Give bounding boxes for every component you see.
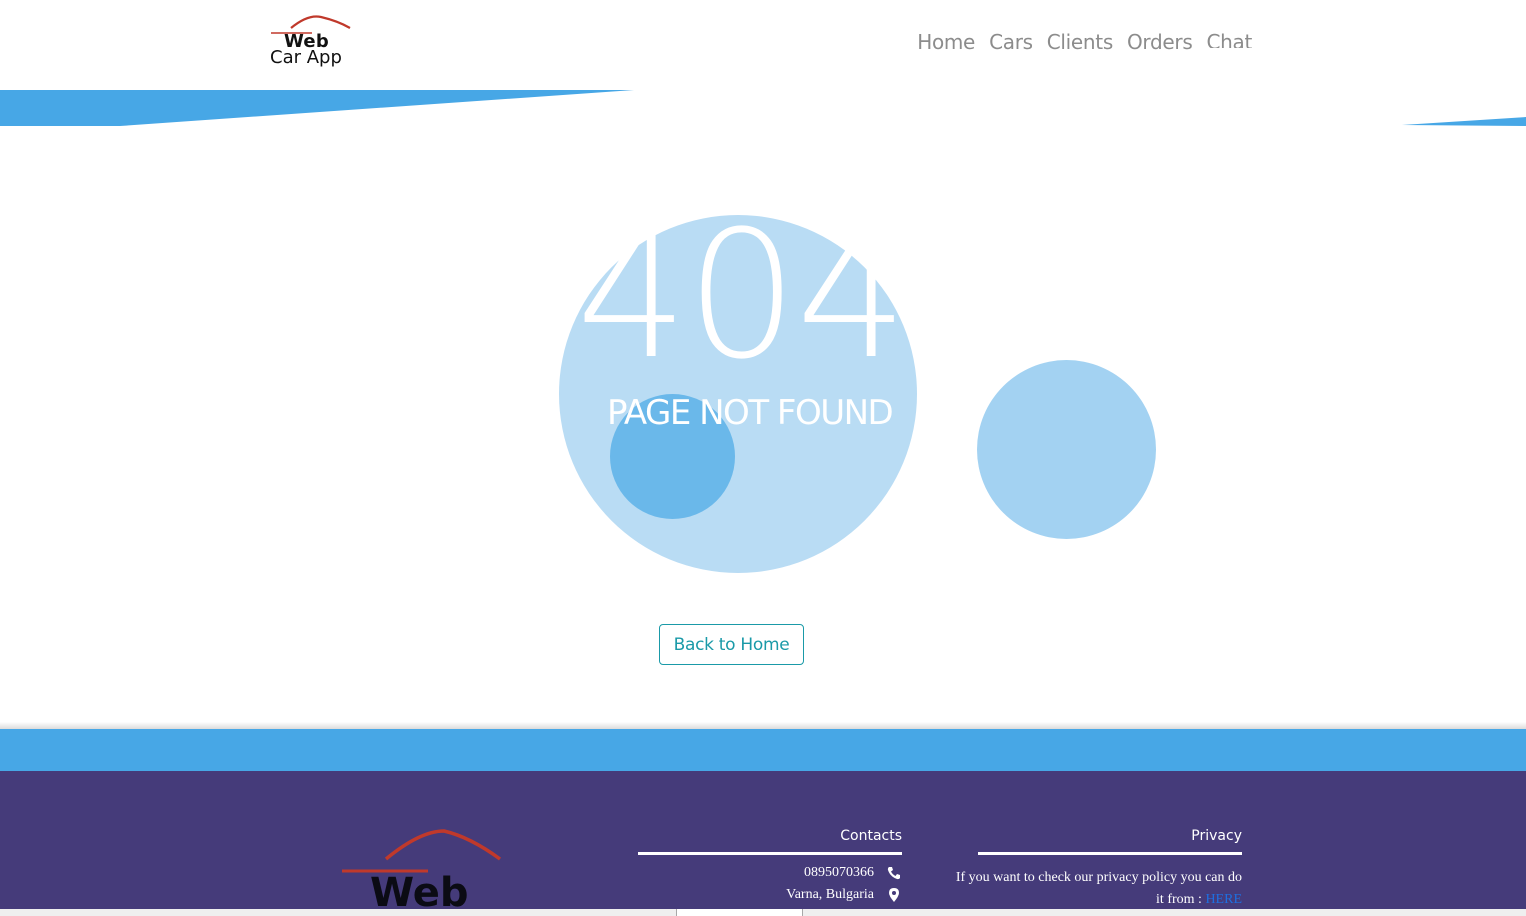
phone-icon bbox=[886, 865, 902, 881]
contact-phone-row: 0895070366 bbox=[804, 865, 902, 881]
contact-address-row: Varna, Bulgaria bbox=[786, 887, 902, 903]
main-nav: Home Cars Clients Orders Chat bbox=[917, 30, 1252, 54]
footer-brand-name: Web bbox=[370, 870, 469, 916]
footer-logo[interactable]: Web bbox=[340, 823, 510, 916]
site-header: Web Car App Home Cars Clients Orders Cha… bbox=[0, 0, 1526, 90]
contacts-column: Contacts 0895070366 Varna, Bulgaria bbox=[638, 827, 902, 902]
back-to-home-button[interactable]: Back to Home bbox=[659, 624, 804, 665]
map-pin-icon bbox=[886, 887, 902, 903]
privacy-text-block: If you want to check our privacy policy … bbox=[952, 867, 1242, 911]
site-footer: Web Contacts 0895070366 Varna, Bulgaria … bbox=[0, 771, 1526, 916]
nav-clients[interactable]: Clients bbox=[1047, 30, 1114, 54]
brand-name-line2: Car App bbox=[270, 47, 342, 68]
error-message-wrapper: PAGE NOT FOUND bbox=[600, 392, 917, 436]
nav-chat[interactable]: Chat bbox=[1206, 30, 1252, 48]
footer-accent-band bbox=[0, 729, 1526, 771]
privacy-text: If you want to check our privacy policy … bbox=[955, 870, 1242, 907]
contacts-heading: Contacts bbox=[840, 828, 902, 844]
contacts-divider bbox=[638, 852, 902, 855]
error-message: PAGE NOT FOUND bbox=[607, 393, 894, 433]
contact-address: Varna, Bulgaria bbox=[786, 887, 874, 902]
privacy-divider bbox=[978, 852, 1242, 855]
browser-bottom-tab[interactable] bbox=[676, 909, 803, 916]
decor-circle-right bbox=[977, 360, 1156, 539]
privacy-link[interactable]: HERE bbox=[1205, 892, 1242, 907]
privacy-heading: Privacy bbox=[1191, 828, 1242, 844]
error-code: 404 bbox=[576, 218, 908, 393]
error-code-wrapper: 404 bbox=[570, 218, 917, 393]
contact-phone[interactable]: 0895070366 bbox=[804, 865, 874, 881]
header-swoosh-decoration bbox=[0, 90, 1526, 126]
privacy-column: Privacy If you want to check our privacy… bbox=[956, 827, 1242, 907]
nav-home[interactable]: Home bbox=[917, 30, 975, 54]
nav-orders[interactable]: Orders bbox=[1127, 30, 1193, 54]
brand-logo[interactable]: Web Car App bbox=[268, 14, 358, 72]
nav-cars[interactable]: Cars bbox=[989, 30, 1033, 54]
